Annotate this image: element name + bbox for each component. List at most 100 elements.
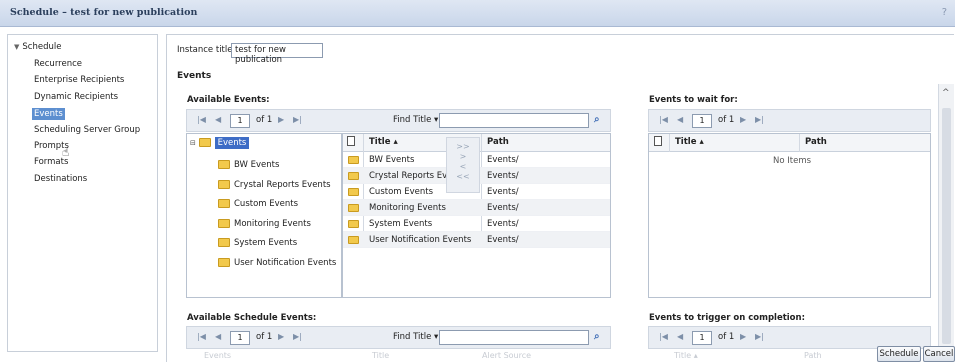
dropdown-arrow-icon: ▾ <box>434 115 439 125</box>
folder-icon <box>348 219 359 228</box>
tree-node[interactable]: Crystal Reports Events <box>218 180 331 190</box>
nav-item-destinations[interactable]: Destinations <box>34 174 87 184</box>
table-row[interactable]: Monitoring Events Events/ <box>343 200 610 216</box>
tree-node-label: Events <box>214 137 250 149</box>
search-icon[interactable]: ⌕ <box>594 114 600 125</box>
row-title: User Notification Events <box>369 235 472 245</box>
first-page-icon[interactable]: |◀ <box>659 332 668 341</box>
row-path: Events/ <box>487 219 519 229</box>
table-row[interactable]: System Events Events/ <box>343 216 610 232</box>
column-path[interactable]: Path <box>487 137 509 147</box>
first-page-icon[interactable]: |◀ <box>197 115 206 124</box>
add-all-button[interactable]: >> <box>447 142 479 152</box>
first-page-icon[interactable]: |◀ <box>659 115 668 124</box>
nav-root[interactable]: ▼ Schedule <box>14 42 61 52</box>
empty-message: No Items <box>773 156 812 166</box>
remove-button[interactable]: < <box>447 162 479 172</box>
column-title[interactable]: Title ▴ <box>675 137 704 147</box>
prev-page-icon[interactable]: ◀ <box>215 332 221 341</box>
page-input[interactable]: 1 <box>230 114 250 128</box>
dropdown-arrow-icon: ▾ <box>434 332 439 342</box>
prev-page-icon[interactable]: ◀ <box>215 115 221 124</box>
row-title: Monitoring Events <box>369 203 446 213</box>
nav-item-dynamic-recipients[interactable]: Dynamic Recipients <box>34 92 118 102</box>
tree-node[interactable]: BW Events <box>218 160 279 170</box>
schedule-nav: ▼ Schedule Recurrence Enterprise Recipien… <box>7 34 158 352</box>
column-path[interactable]: Path <box>805 137 827 147</box>
prev-page-icon[interactable]: ◀ <box>677 332 683 341</box>
row-title: BW Events <box>369 155 415 165</box>
faded-title-label: Title <box>674 351 692 360</box>
add-button[interactable]: > <box>447 152 479 162</box>
tree-node-label: BW Events <box>234 160 280 170</box>
nav-item-enterprise-recipients[interactable]: Enterprise Recipients <box>34 75 124 85</box>
first-page-icon[interactable]: |◀ <box>197 332 206 341</box>
row-path: Events/ <box>487 235 519 245</box>
tree-node-label: Custom Events <box>234 199 299 209</box>
page-input[interactable]: 1 <box>692 331 712 345</box>
prev-page-icon[interactable]: ◀ <box>677 115 683 124</box>
select-all-icon[interactable] <box>654 136 662 149</box>
nav-item-events[interactable]: Events <box>32 108 65 120</box>
last-page-icon[interactable]: ▶| <box>293 332 302 341</box>
collapse-icon[interactable]: ▼ <box>14 43 19 51</box>
sort-asc-icon: ▴ <box>393 137 398 147</box>
find-title-input[interactable] <box>439 113 589 128</box>
folder-icon <box>348 171 359 180</box>
schedule-events-faded-row: Events Title Alert Source <box>190 351 610 362</box>
row-path: Events/ <box>487 203 519 213</box>
trigger-faded-row: Title ▴ Path <box>652 351 872 362</box>
row-title: System Events <box>369 219 433 229</box>
find-title-label: Find Title <box>393 332 432 342</box>
scroll-up-icon[interactable]: ^ <box>942 88 950 98</box>
instance-title-label: Instance title: <box>177 45 236 55</box>
remove-all-button[interactable]: << <box>447 172 479 182</box>
last-page-icon[interactable]: ▶| <box>755 115 764 124</box>
tree-node-label: System Events <box>234 238 298 248</box>
column-title[interactable]: Title ▴ <box>369 137 398 147</box>
next-page-icon[interactable]: ▶ <box>278 332 284 341</box>
folder-icon <box>348 235 359 244</box>
find-title-label: Find Title <box>393 115 432 125</box>
scrollbar-thumb[interactable] <box>942 108 951 344</box>
page-count: of 1 <box>718 115 735 125</box>
last-page-icon[interactable]: ▶| <box>293 115 302 124</box>
nav-item-scheduling-server-group[interactable]: Scheduling Server Group <box>34 125 140 135</box>
cancel-button[interactable]: Cancel <box>923 346 955 362</box>
available-events-toolbar: |◀ ◀ 1 of 1 ▶ ▶| Find Title ▾ ⌕ <box>186 109 611 132</box>
table-row[interactable]: User Notification Events Events/ <box>343 232 610 248</box>
folder-icon <box>218 199 230 208</box>
tree-node[interactable]: User Notification Events <box>218 258 336 268</box>
sort-asc-icon: ▴ <box>693 351 698 360</box>
schedule-button[interactable]: Schedule <box>877 346 921 362</box>
nav-item-recurrence[interactable]: Recurrence <box>34 59 82 69</box>
vertical-scrollbar[interactable]: ^ <box>938 84 954 350</box>
select-all-icon[interactable] <box>347 136 355 149</box>
row-title: Custom Events <box>369 187 434 197</box>
find-title-dropdown[interactable]: Find Title ▾ <box>393 332 438 342</box>
next-page-icon[interactable]: ▶ <box>740 115 746 124</box>
find-title-dropdown[interactable]: Find Title ▾ <box>393 115 438 125</box>
tree-collapse-icon[interactable]: ⊟ <box>190 139 196 147</box>
wait-for-toolbar: |◀ ◀ 1 of 1 ▶ ▶| <box>648 109 931 132</box>
tree-node-events[interactable]: ⊟ Events <box>190 137 250 149</box>
search-icon[interactable]: ⌕ <box>594 331 600 342</box>
next-page-icon[interactable]: ▶ <box>740 332 746 341</box>
instance-title-input[interactable]: test for new publication <box>231 43 323 65</box>
page-input[interactable]: 1 <box>692 114 712 128</box>
folder-open-icon <box>198 138 211 147</box>
help-icon[interactable]: ? <box>942 7 947 18</box>
events-tree: ⊟ Events BW Events Crystal Reports Event… <box>186 133 342 298</box>
folder-icon <box>218 238 230 247</box>
available-events-title: Available Events: <box>187 95 270 105</box>
tree-node[interactable]: System Events <box>218 238 297 248</box>
faded-events: Events <box>204 351 232 360</box>
tree-node[interactable]: Custom Events <box>218 199 298 209</box>
last-page-icon[interactable]: ▶| <box>755 332 764 341</box>
next-page-icon[interactable]: ▶ <box>278 115 284 124</box>
tree-node[interactable]: Monitoring Events <box>218 219 311 229</box>
find-title-input[interactable] <box>439 330 589 345</box>
page-input[interactable]: 1 <box>230 331 250 345</box>
wait-for-title: Events to wait for: <box>649 95 738 105</box>
row-path: Events/ <box>487 187 519 197</box>
